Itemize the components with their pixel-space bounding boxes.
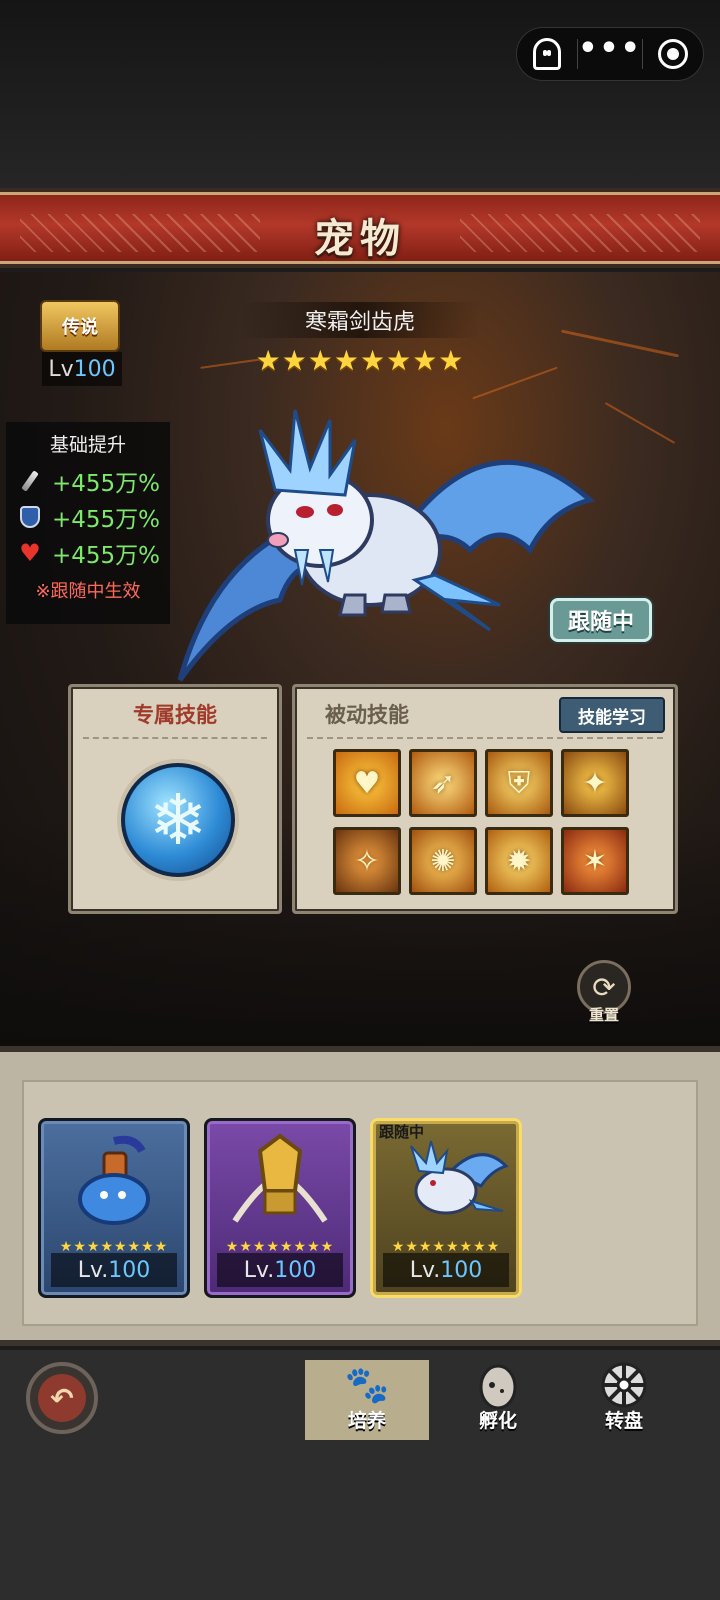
claw-skill-icon[interactable]: ✹ (485, 827, 553, 895)
pet-card-frost-sabertooth[interactable]: 跟随中 ★★★★★★★★ Lv. 100 (370, 1118, 522, 1298)
ghost-button[interactable] (517, 28, 577, 80)
more-dots-icon: ••• (578, 31, 642, 66)
sword-icon (18, 469, 42, 493)
stats-title: 基础提升 (49, 434, 126, 456)
tab-cultivate[interactable]: 🐾 培养 (305, 1360, 429, 1440)
passive-skill-grid: ♥ ➶ ⛨ ✦ ✧ ✺ ✹ ✶ (333, 749, 633, 895)
more-button[interactable]: ••• (578, 28, 642, 80)
page-title: 宠物 (314, 215, 406, 262)
pet-level: Lv 100 (42, 352, 122, 386)
base-stats-panel: 基础提升 +455万% +455万% ♥ +455万% ※跟随中生效 (6, 422, 170, 624)
spear-skill-icon[interactable]: ➶ (409, 749, 477, 817)
golden-armor-art (207, 1121, 353, 1241)
mini-program-capsule: ••• (516, 27, 704, 81)
wheel-icon (562, 1360, 686, 1410)
warrior-skill-icon[interactable]: ✧ (333, 827, 401, 895)
egg-icon (436, 1360, 560, 1410)
reset-button[interactable]: ⟳ 重置 (574, 960, 634, 1028)
back-arrow-icon: ↶ (38, 1374, 86, 1422)
exclusive-skill-title: 专属技能 (133, 702, 217, 727)
back-button[interactable]: ↶ (26, 1362, 98, 1434)
exclusive-skill-panel: 专属技能 ❄ (68, 684, 282, 914)
tab-wheel[interactable]: 转盘 (562, 1360, 686, 1440)
rarity-badge: 传说 (40, 300, 120, 352)
pet-name: 寒霜剑齿虎 (240, 302, 480, 338)
tab-hatch[interactable]: 孵化 (436, 1360, 560, 1440)
stat-row-health: ♥ +455万% (19, 539, 161, 569)
fire-figure-skill-icon[interactable]: ✶ (561, 827, 629, 895)
pet-card-blue-slime[interactable]: ★★★★★★★★ Lv. 100 (38, 1118, 190, 1298)
title-banner: 宠物 (0, 188, 720, 268)
pet-card-golden-armor[interactable]: ★★★★★★★★ Lv. 100 (204, 1118, 356, 1298)
frost-sabertooth-art (177, 409, 596, 682)
ghost-icon (533, 38, 562, 70)
shield-icon (18, 505, 42, 529)
stat-row-defense: +455万% (6, 499, 170, 535)
shield-skill-icon[interactable]: ⛨ (485, 749, 553, 817)
snowflake-icon[interactable]: ❄ (121, 763, 235, 877)
record-target-icon (657, 39, 688, 69)
pet-stars: ★★★★★★★★ (255, 344, 465, 377)
close-record-button[interactable] (643, 28, 703, 80)
learn-skill-button[interactable]: 技能学习 (559, 697, 665, 733)
blue-slime-art (41, 1121, 187, 1241)
stats-note: ※跟随中生效 (35, 581, 141, 602)
heart-skill-icon[interactable]: ♥ (333, 749, 401, 817)
following-tag: 跟随中 (379, 1123, 425, 1141)
paw-icon: 🐾 (344, 1365, 390, 1406)
passive-skill-panel: 被动技能 技能学习 ♥ ➶ ⛨ ✦ ✧ ✺ ✹ ✶ (292, 684, 678, 914)
dragon-wing-skill-icon[interactable]: ✦ (561, 749, 629, 817)
following-status-badge: 跟随中 (550, 598, 652, 642)
book-skill-icon[interactable]: ✺ (409, 827, 477, 895)
passive-skill-title: 被动技能 (325, 702, 409, 727)
heart-icon: ♥ (19, 539, 41, 567)
stat-row-attack: +455万% (6, 463, 170, 499)
